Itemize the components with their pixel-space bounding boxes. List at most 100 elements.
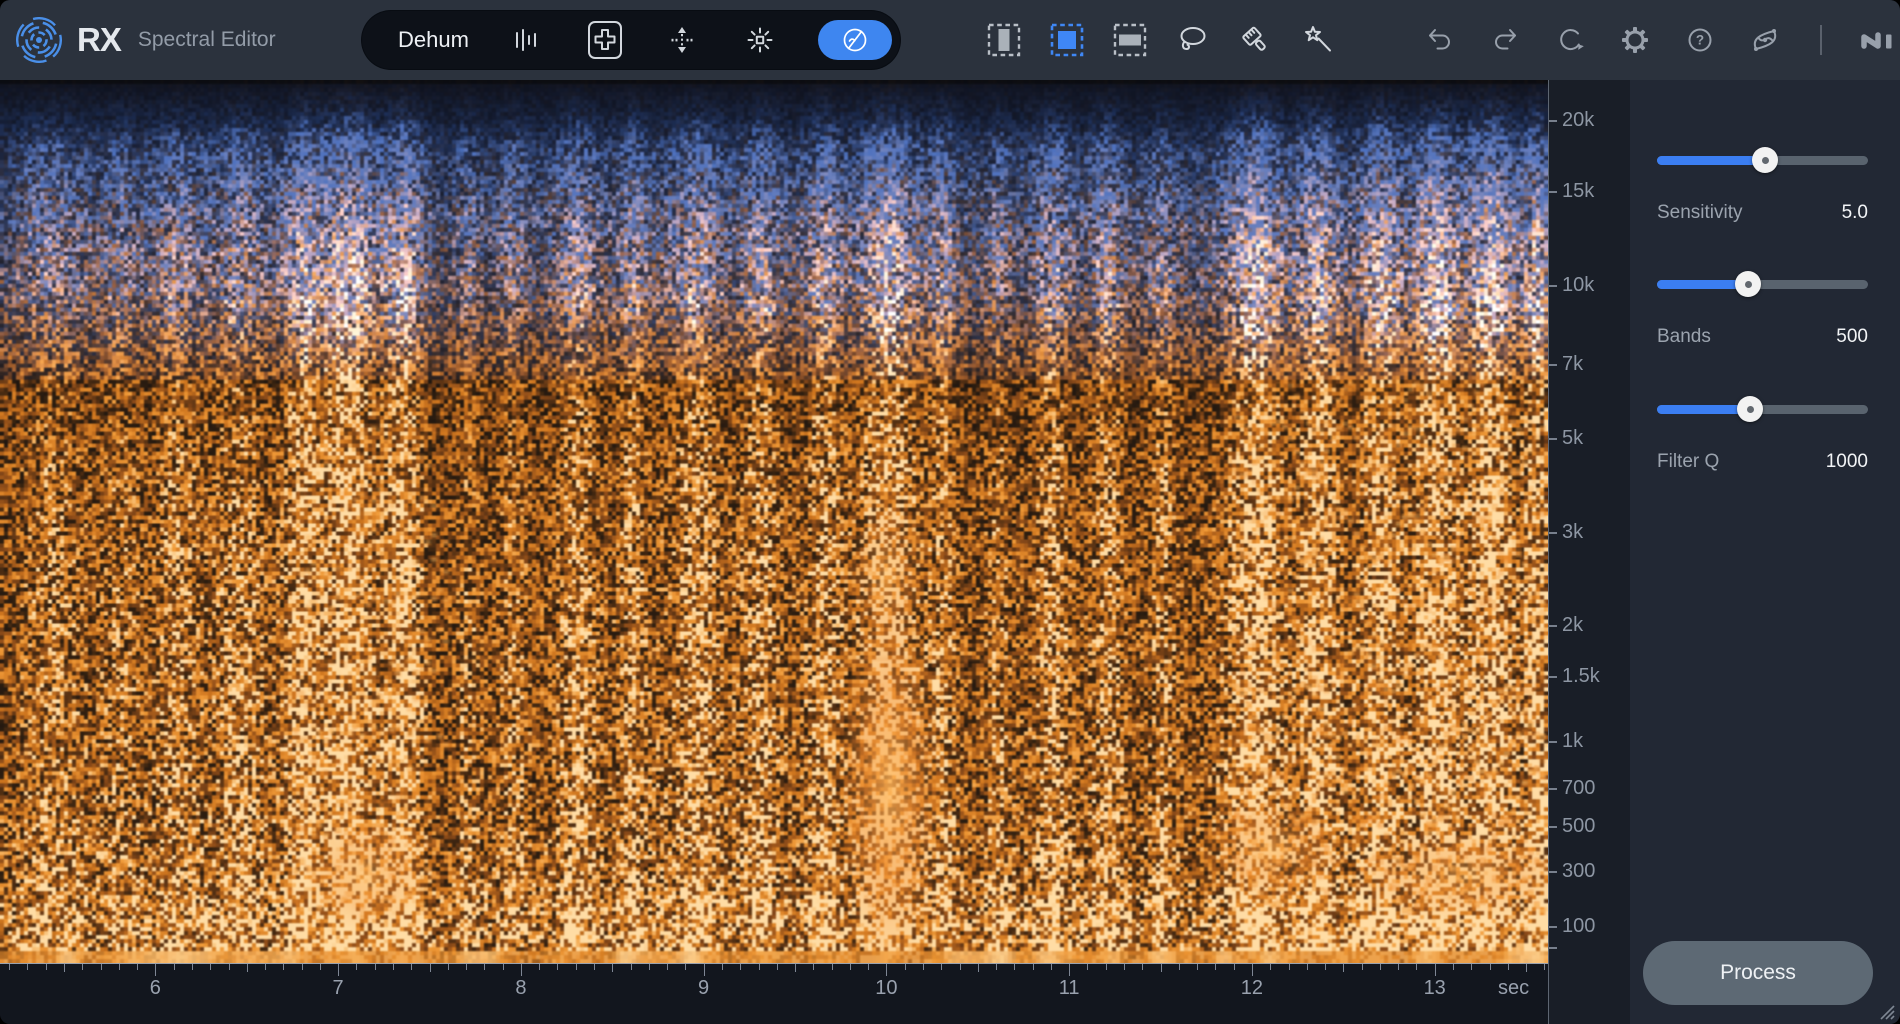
time-tick [1416,964,1417,970]
slider-label: Bands [1657,326,1711,348]
time-tick [1142,964,1143,970]
time-tick [649,964,650,970]
svg-text:?: ? [1696,33,1704,48]
signal-chain-button[interactable] [1749,24,1781,56]
process-button[interactable]: Process [1643,941,1873,1005]
time-tick [411,964,412,970]
slider-fill [1657,405,1750,414]
help-button[interactable]: ? [1684,24,1716,56]
time-tick-label: 6 [140,977,170,1000]
time-ruler[interactable]: sec 678910111213 [0,963,1548,1024]
rx-window: RX Spectral Editor Dehum [0,0,1900,1024]
top-bar: RX Spectral Editor Dehum [0,0,1900,81]
nudge-tool-button[interactable] [663,18,701,62]
frequency-selection-icon [1113,23,1147,57]
time-tick [302,964,303,970]
adaptive-mode-toggle[interactable] [818,20,892,60]
product-name: Spectral Editor [138,28,276,52]
time-tick [338,964,339,976]
toolbar-divider [1820,25,1822,55]
freq-tick-label: 1k [1562,730,1583,753]
filter-q-slider-group: Filter Q 1000 [1657,405,1868,473]
slider-thumb[interactable] [1735,271,1761,297]
time-tick [1453,964,1454,970]
time-tick [905,964,906,970]
time-tick [27,964,28,970]
time-tick [393,964,394,970]
bands-tool-button[interactable] [508,18,546,62]
time-tick [631,964,632,970]
redo-button[interactable] [1489,24,1521,56]
time-tick [941,964,942,970]
freq-tick [1549,191,1557,193]
freq-tick-label: 15k [1562,180,1594,203]
time-tick-label: 11 [1054,977,1084,1000]
add-region-tool-button[interactable] [586,18,624,62]
brush-tool[interactable] [1238,23,1273,58]
time-tick [1033,964,1034,970]
module-panel: Sensitivity 5.0 Bands 500 Filter Q 1000 [1630,80,1900,1024]
time-tick [1526,964,1527,972]
undo-button[interactable] [1424,24,1456,56]
freq-tick [1549,826,1557,828]
time-tick [9,964,10,970]
resize-grip[interactable] [1878,1003,1895,1020]
gain-tool-button[interactable] [741,18,779,62]
settings-button[interactable] [1619,24,1651,56]
time-tick [320,964,321,970]
slider-thumb[interactable] [1752,147,1778,173]
time-tick [557,964,558,970]
time-tick [430,964,431,972]
gain-rays-icon [745,25,775,55]
time-tick [283,964,284,970]
magic-wand-tool[interactable] [1301,23,1336,58]
slider-label: Filter Q [1657,451,1719,473]
freq-tick [1549,532,1557,534]
bands-slider[interactable] [1657,280,1868,289]
time-tick [978,964,979,972]
freq-tick [1549,285,1557,287]
module-toolbar: Dehum [362,11,900,69]
freq-tick [1549,676,1557,678]
time-frequency-selection-tool[interactable] [1049,23,1084,58]
freq-tick [1549,947,1557,949]
time-tick [210,964,211,970]
time-tick [64,964,65,972]
frequency-selection-tool[interactable] [1112,23,1147,58]
freq-tick-label: 20k [1562,109,1594,132]
module-selector[interactable]: Dehum [398,27,469,53]
time-tick [1270,964,1271,970]
freq-tick [1549,741,1557,743]
slider-value: 5.0 [1842,202,1868,224]
time-tick [503,964,504,970]
freq-tick-label: 500 [1562,815,1595,838]
freq-tick [1549,364,1557,366]
time-tick [1014,964,1015,970]
time-tick [375,964,376,970]
add-plus-icon [587,20,623,60]
freq-tick [1549,438,1557,440]
filter-q-slider[interactable] [1657,405,1868,414]
time-selection-icon [987,23,1021,57]
time-unit-label: sec [1498,977,1529,1000]
time-tick [1508,964,1509,970]
time-tick-label: 9 [689,977,719,1000]
time-selection-tool[interactable] [986,23,1021,58]
freq-tick [1549,625,1557,627]
sensitivity-slider[interactable] [1657,156,1868,165]
time-tick [448,964,449,970]
lasso-tool[interactable] [1175,23,1210,58]
time-tick [1234,964,1235,970]
time-tick [1179,964,1180,970]
freq-tick [1549,788,1557,790]
time-tick [576,964,577,970]
time-tick-label: 7 [323,977,353,1000]
freq-tick-label: 1.5k [1562,665,1600,688]
spectrogram-display[interactable] [0,80,1548,963]
frequency-ruler[interactable]: 20k15k10k7k5k3k2k1.5k1k700500300100 [1548,80,1630,1024]
brush-icon [1239,23,1273,57]
undo-icon [1425,25,1455,55]
slider-thumb[interactable] [1737,396,1763,422]
nudge-arrows-icon [667,25,697,55]
history-button[interactable] [1554,24,1586,56]
